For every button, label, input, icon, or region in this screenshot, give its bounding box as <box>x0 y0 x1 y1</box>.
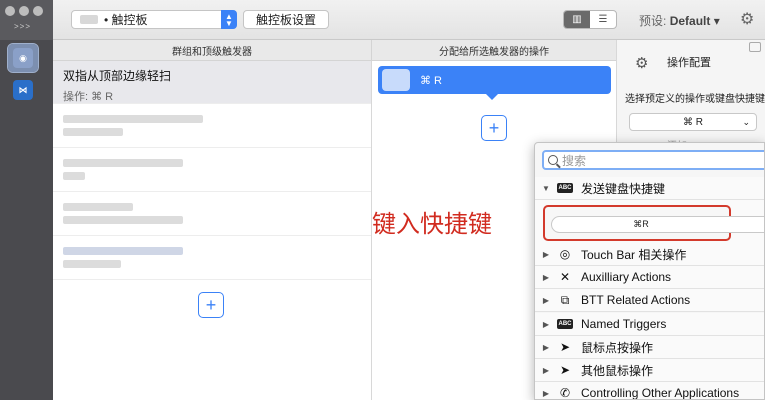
app-sidebar: >>> ◉ ⋈ <box>0 0 53 400</box>
abc-icon: ABC <box>557 319 573 329</box>
blurred-text <box>63 159 183 167</box>
vscode-icon: ⋈ <box>13 80 33 100</box>
tools-icon: ✕ <box>559 270 571 284</box>
close-window-button[interactable] <box>5 6 15 16</box>
trigger-row[interactable] <box>53 236 371 280</box>
preset-label: 预设: <box>639 14 667 28</box>
category-label: 鼠标点按操作 <box>581 340 654 355</box>
action-thumbnail <box>382 69 410 91</box>
up-down-chevron-icon[interactable]: ▲ ▼ <box>221 10 237 29</box>
category-row-touchbar[interactable]: ▶ ◎ Touch Bar 相关操作 <box>535 243 764 266</box>
minimize-window-button[interactable] <box>19 6 29 16</box>
trigger-row[interactable] <box>53 104 371 148</box>
search-placeholder: 搜索 <box>562 153 587 168</box>
disclosure-collapsed-icon[interactable]: ▶ <box>535 389 557 398</box>
category-label: 发送键盘快捷键 <box>581 181 666 196</box>
blurred-text <box>63 247 183 255</box>
category-row-named-triggers[interactable]: ▶ ABC Named Triggers <box>535 313 764 336</box>
list-view-icon[interactable]: ☰ <box>590 11 616 28</box>
note-icon[interactable] <box>749 42 761 52</box>
trigger-row[interactable] <box>53 192 371 236</box>
search-input[interactable]: 搜索 <box>542 150 764 170</box>
shortcut-value: ⌘R <box>633 219 649 229</box>
category-row-auxilliary[interactable]: ▶ ✕ Auxilliary Actions <box>535 266 764 289</box>
columns-view-icon[interactable]: ▥ <box>564 11 590 28</box>
category-label: Auxilliary Actions <box>581 270 672 284</box>
config-label: 选择预定义的操作或键盘快捷键 <box>625 94 765 105</box>
cursor-icon: ➤ <box>559 340 571 354</box>
shortcut-input[interactable]: ⌘R <box>551 216 764 233</box>
disclosure-collapsed-icon[interactable]: ▶ <box>535 273 557 282</box>
category-row-keyboard-shortcut[interactable]: ▼ ABC 发送键盘快捷键 <box>535 177 764 200</box>
app-icon-global[interactable]: ◉ <box>7 43 39 73</box>
shortcut-highlight-box: ⌘R <box>543 205 764 241</box>
preset-value: Default ▾ <box>669 14 720 28</box>
category-label: Touch Bar 相关操作 <box>581 247 687 262</box>
trackpad-icon <box>80 15 98 24</box>
blurred-text <box>63 203 133 211</box>
category-row-mouse-click[interactable]: ▶ ➤ 鼠标点按操作 <box>535 336 764 359</box>
target-icon: ◎ <box>559 247 571 261</box>
btt-window: >>> ◉ ⋈ • 触控板 ▲ ▼ 触控板设置 ▥ ☰ 预设: Default ▾… <box>0 0 765 400</box>
chevron-down-icon: ⌄ <box>742 117 750 127</box>
gear-icon[interactable]: ⚙ <box>740 9 754 29</box>
blurred-text <box>63 115 203 123</box>
shortcut-recorder-area: ⌘R <box>535 200 764 246</box>
disclosure-collapsed-icon[interactable]: ▶ <box>535 296 557 305</box>
category-label: Controlling Other Applications <box>581 386 740 400</box>
add-action-button[interactable]: + <box>481 115 507 141</box>
blurred-text <box>63 172 85 180</box>
device-selector[interactable]: • 触控板 ▲ ▼ <box>71 10 237 29</box>
category-label: BTT Related Actions <box>581 293 691 307</box>
disclosure-expanded-icon[interactable]: ▼ <box>535 184 557 193</box>
preset-selector[interactable]: 预设: Default ▾ <box>639 12 720 29</box>
disclosure-collapsed-icon[interactable]: ▶ <box>535 366 557 375</box>
predefined-action-select[interactable]: ⌘ R ⌄ <box>629 113 757 131</box>
blurred-text <box>63 260 121 268</box>
actions-column-header: 分配给所选触发器的操作 <box>371 40 616 61</box>
app-icon-vscode[interactable]: ⋈ <box>8 76 38 104</box>
assigned-action-card[interactable]: ⌘ R <box>378 66 611 100</box>
category-row-other-mouse[interactable]: ▶ ➤ 其他鼠标操作 <box>535 359 764 382</box>
predefined-action-value: ⌘ R <box>683 116 703 128</box>
megaphone-icon: ✆ <box>559 386 571 400</box>
cursor-icon: ➤ <box>559 363 571 377</box>
gear-icon: ⚙ <box>635 55 649 72</box>
annotation-label: 键入快捷键 <box>372 210 492 238</box>
trigger-title: 双指从顶部边缘轻扫 <box>63 69 172 83</box>
disclosure-collapsed-icon[interactable]: ▶ <box>535 343 557 352</box>
trigger-row-selected[interactable]: 双指从顶部边缘轻扫 操作: ⌘ R <box>53 61 371 104</box>
trackpad-settings-button[interactable]: 触控板设置 <box>243 10 330 29</box>
action-picker-popup: 搜索 ▼ ABC 发送键盘快捷键 ⌘R ▶ ◎ Touch Bar 相关操作 ▶… <box>534 142 765 400</box>
trigger-row[interactable] <box>53 148 371 192</box>
disclosure-collapsed-icon[interactable]: ▶ <box>535 250 557 259</box>
window-titlebar: >>> <box>0 0 53 40</box>
keyboard-abc-icon: ABC <box>557 183 573 193</box>
globe-icon: ◉ <box>13 48 33 68</box>
collapse-arrows-icon[interactable]: >>> <box>14 22 31 31</box>
toolbar: • 触控板 ▲ ▼ 触控板设置 ▥ ☰ 预设: Default ▾ ⚙ <box>53 0 765 40</box>
category-row-other-apps[interactable]: ▶ ✆ Controlling Other Applications <box>535 382 764 400</box>
blurred-text <box>63 216 183 224</box>
search-icon <box>548 155 558 165</box>
device-selector-label: • 触控板 <box>104 13 148 27</box>
disclosure-collapsed-icon[interactable]: ▶ <box>535 320 557 329</box>
blurred-text <box>63 128 123 136</box>
window-cursor-icon: ⧉ <box>560 292 570 307</box>
view-toggle[interactable]: ▥ ☰ <box>563 10 617 29</box>
assigned-action-label: ⌘ R <box>420 74 442 87</box>
category-row-btt[interactable]: ▶ ⧉ BTT Related Actions <box>535 289 764 312</box>
triggers-list: 双指从顶部边缘轻扫 操作: ⌘ R + <box>53 61 371 400</box>
triggers-column-header: 群组和顶级触发器 <box>53 40 371 61</box>
config-title: 操作配置 <box>667 57 711 69</box>
category-label: 其他鼠标操作 <box>581 363 654 378</box>
category-label: Named Triggers <box>581 317 667 331</box>
trigger-subtitle: 操作: ⌘ R <box>63 91 114 103</box>
zoom-window-button[interactable] <box>33 6 43 16</box>
add-trigger-button[interactable]: + <box>198 292 224 318</box>
